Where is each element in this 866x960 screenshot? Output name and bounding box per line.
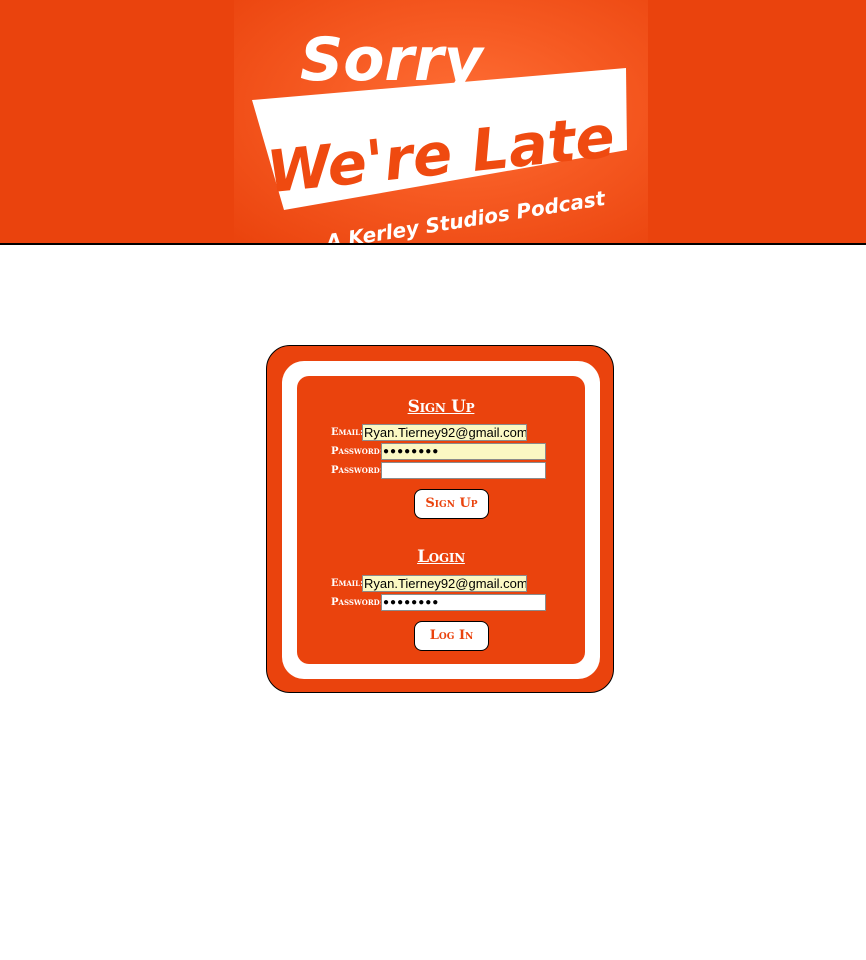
auth-card: Sign Up Email: Ryan.Tierney92@gmail.com … xyxy=(266,345,614,693)
login-password-input[interactable]: ●●●●●●●● xyxy=(381,594,546,611)
header-banner: Sorry We're Late A Kerley Studios Podcas… xyxy=(0,0,866,245)
signup-password-label: Password: xyxy=(331,446,384,457)
podcast-logo: Sorry We're Late A Kerley Studios Podcas… xyxy=(234,0,648,243)
login-button[interactable]: Log In xyxy=(414,621,489,651)
login-password-label: Password: xyxy=(331,597,384,608)
login-email-input[interactable]: Ryan.Tierney92@gmail.com xyxy=(362,575,527,592)
auth-card-panel: Sign Up Email: Ryan.Tierney92@gmail.com … xyxy=(297,376,585,664)
login-title: Login xyxy=(417,547,465,567)
signup-email-input[interactable]: Ryan.Tierney92@gmail.com xyxy=(362,424,527,441)
auth-card-ring: Sign Up Email: Ryan.Tierney92@gmail.com … xyxy=(282,361,600,679)
podcast-logo-art: Sorry We're Late A Kerley Studios Podcas… xyxy=(252,25,627,243)
signup-email-label: Email: xyxy=(331,427,364,438)
signup-confirm-password-label: Password: xyxy=(331,465,384,476)
signup-title: Sign Up xyxy=(407,397,475,417)
signup-password-input[interactable]: ●●●●●●●● xyxy=(381,443,546,460)
login-email-label: Email: xyxy=(331,578,364,589)
signup-confirm-password-input[interactable] xyxy=(381,462,546,479)
signup-button[interactable]: Sign Up xyxy=(414,489,489,519)
